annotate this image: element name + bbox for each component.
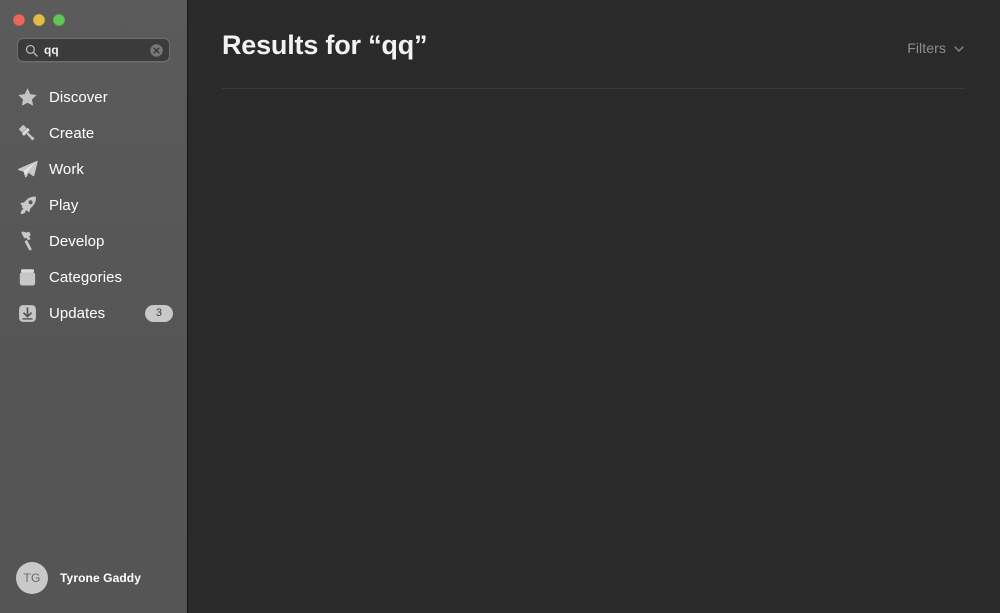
sidebar-item-label: Create <box>49 124 95 142</box>
sidebar-item-label: Develop <box>49 232 105 250</box>
sidebar-item-label: Play <box>49 196 79 214</box>
sidebar-item-create[interactable]: Create <box>0 115 187 151</box>
clear-search-icon[interactable] <box>150 43 163 57</box>
content-area: Results for “qq” Filters <box>188 0 1000 613</box>
star-icon <box>15 85 39 109</box>
sidebar-item-work[interactable]: Work <box>0 151 187 187</box>
sidebar-item-label: Updates <box>49 304 106 322</box>
maximize-window-button[interactable] <box>53 14 65 26</box>
minimize-window-button[interactable] <box>33 14 45 26</box>
download-icon <box>15 301 39 325</box>
box-icon <box>15 265 39 289</box>
sidebar-item-develop[interactable]: Develop <box>0 223 187 259</box>
updates-count-badge: 3 <box>145 304 173 322</box>
sidebar-item-label: Categories <box>49 268 123 286</box>
sidebar-item-label: Discover <box>49 88 108 106</box>
paper-plane-icon <box>15 157 39 181</box>
sidebar-item-discover[interactable]: Discover <box>0 79 187 115</box>
search-container: qq <box>17 38 170 62</box>
sidebar-item-categories[interactable]: Categories <box>0 259 187 295</box>
search-results-list <box>188 89 1000 613</box>
content-header: Results for “qq” Filters <box>188 0 1000 89</box>
account-row[interactable]: TG Tyrone Gaddy <box>0 551 187 613</box>
sidebar: qq Discover Create Work Play Develop Cat… <box>0 0 188 613</box>
search-input[interactable]: qq <box>17 38 170 62</box>
close-window-button[interactable] <box>13 14 25 26</box>
search-value: qq <box>44 43 59 57</box>
chevron-down-icon <box>953 42 965 54</box>
account-name: Tyrone Gaddy <box>60 571 141 585</box>
sidebar-item-label: Work <box>49 160 84 178</box>
sidebar-item-play[interactable]: Play <box>0 187 187 223</box>
page-title: Results for “qq” <box>222 29 428 60</box>
hammer-icon <box>15 229 39 253</box>
window-controls <box>0 0 187 30</box>
app-window: qq Discover Create Work Play Develop Cat… <box>0 0 1000 613</box>
sidebar-item-updates[interactable]: Updates 3 <box>0 295 187 331</box>
search-icon <box>25 44 38 57</box>
rocket-icon <box>15 193 39 217</box>
avatar: TG <box>16 562 48 594</box>
sidebar-nav: Discover Create Work Play Develop Catego… <box>0 79 187 331</box>
filters-label: Filters <box>907 39 946 56</box>
filters-button[interactable]: Filters <box>907 34 965 56</box>
paintbrush-icon <box>15 121 39 145</box>
